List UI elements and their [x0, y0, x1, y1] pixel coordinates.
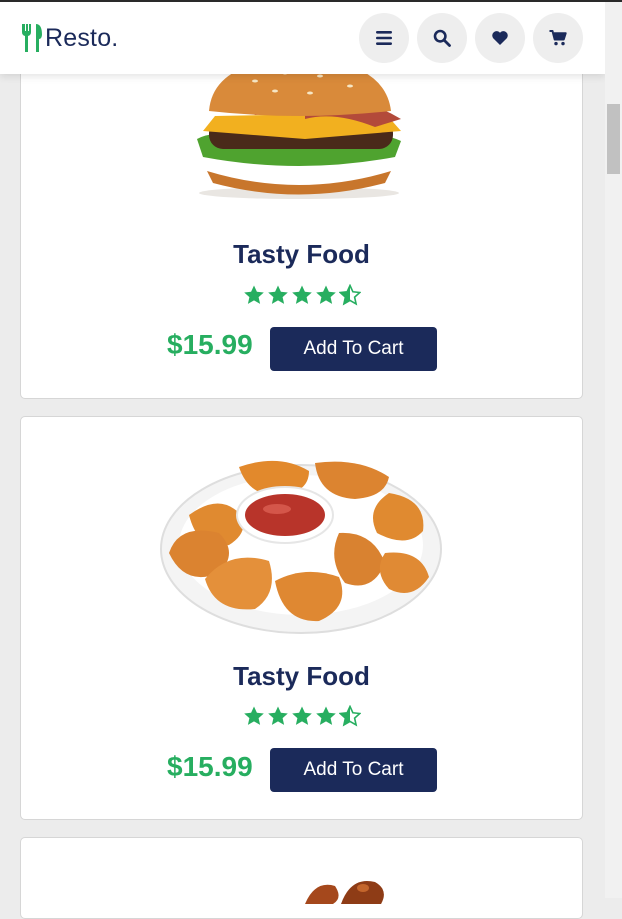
product-title: Tasty Food — [233, 239, 370, 269]
star-icon — [244, 285, 264, 304]
cart-icon — [549, 30, 567, 46]
star-icon — [244, 706, 264, 725]
star-icon — [268, 285, 288, 304]
heart-icon — [492, 31, 508, 45]
product-card: Tasty Food $15.99 Add To Cart — [20, 416, 583, 820]
menu-button[interactable] — [359, 13, 409, 63]
star-half-icon — [339, 284, 361, 306]
chicken-nuggets-image — [160, 460, 442, 634]
page-scrollbar[interactable] — [605, 2, 622, 898]
star-icon — [316, 285, 336, 304]
add-to-cart-button[interactable]: Add To Cart — [270, 748, 437, 792]
star-icon — [316, 706, 336, 725]
product-card — [20, 837, 583, 919]
site-header: Resto. — [0, 2, 605, 74]
product-title: Tasty Food — [233, 661, 370, 691]
star-icon — [292, 285, 312, 304]
rating-stars — [243, 705, 361, 727]
add-to-cart-button[interactable]: Add To Cart — [270, 327, 437, 371]
cart-button[interactable] — [533, 13, 583, 63]
logo-text: Resto. — [45, 23, 119, 52]
search-button[interactable] — [417, 13, 467, 63]
window-top-border — [0, 0, 622, 2]
star-icon — [268, 706, 288, 725]
product-price: $15.99 — [167, 751, 253, 782]
menu-icon — [376, 31, 392, 45]
product-feed: Tasty Food $15.99 Add To Cart Tasty Food… — [0, 0, 605, 919]
search-icon — [433, 29, 451, 47]
star-half-icon — [339, 705, 361, 727]
rating-stars — [243, 284, 361, 306]
product-card: Tasty Food $15.99 Add To Cart — [20, 30, 583, 399]
chicken-wings-image — [305, 880, 384, 904]
logo[interactable]: Resto. — [20, 22, 118, 54]
star-icon — [292, 706, 312, 725]
scrollbar-thumb[interactable] — [607, 104, 620, 174]
utensils-icon — [21, 24, 42, 52]
product-price: $15.99 — [167, 329, 253, 360]
burger-image — [197, 61, 401, 199]
wishlist-button[interactable] — [475, 13, 525, 63]
